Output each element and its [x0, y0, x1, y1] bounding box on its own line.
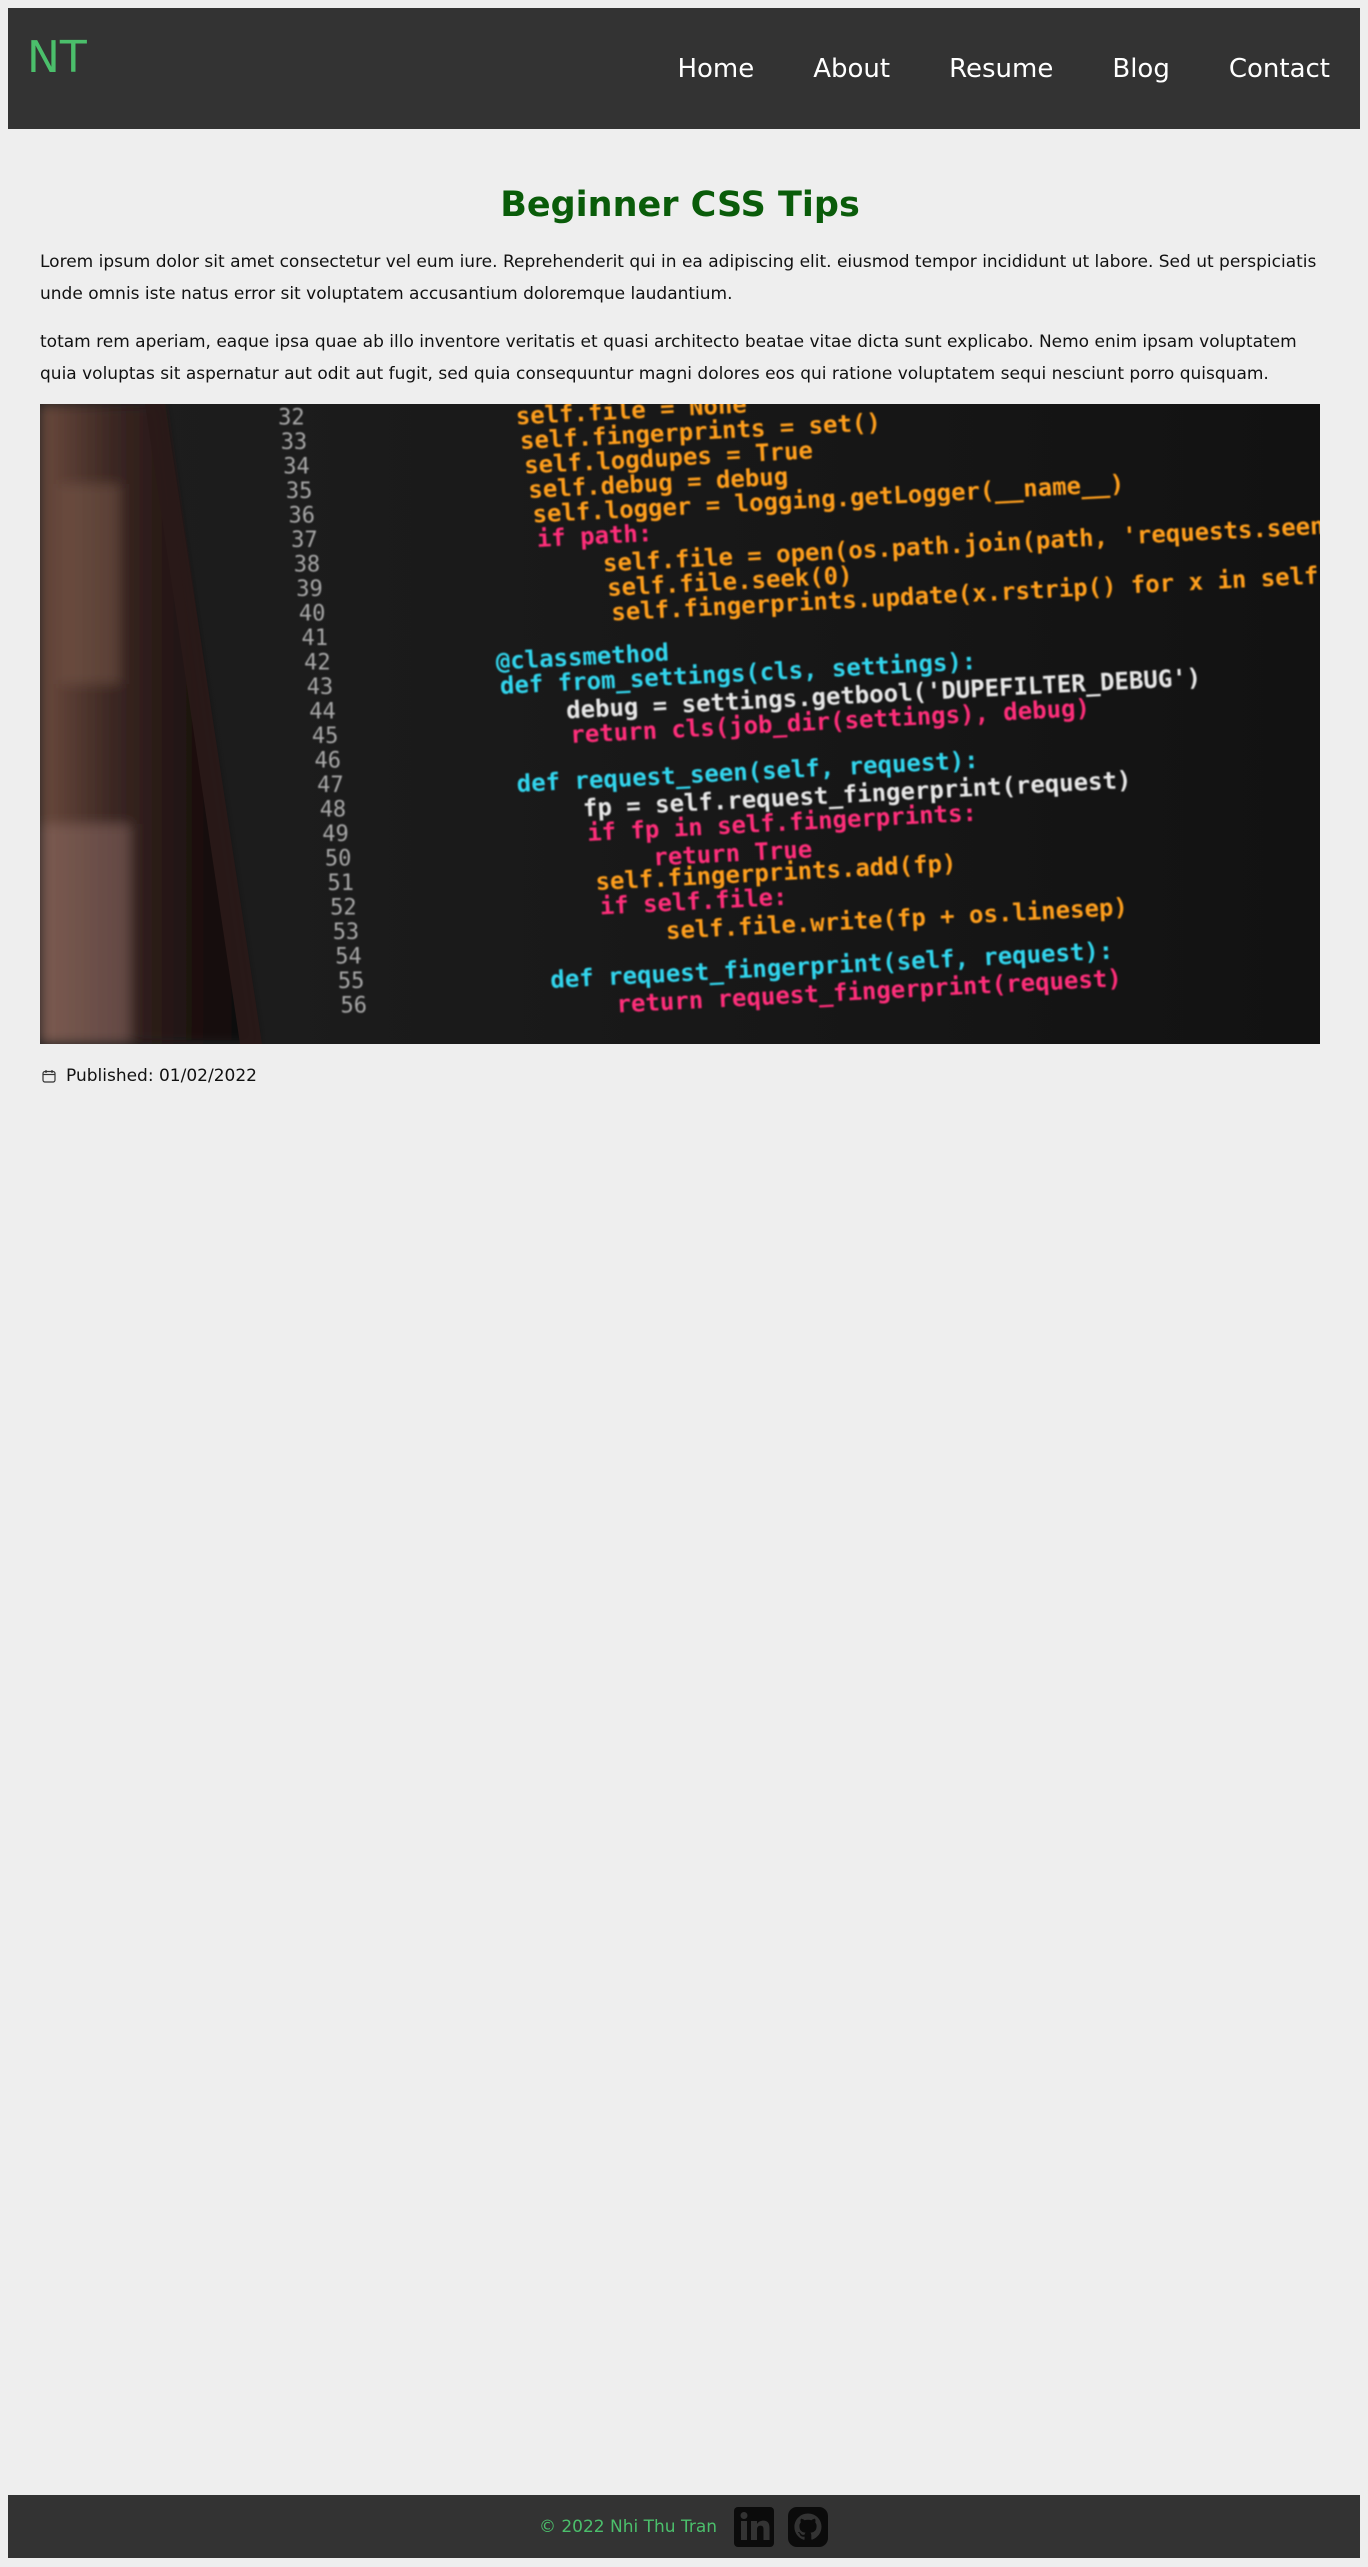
code-line-number: 46	[315, 749, 342, 774]
code-line-number: 51	[328, 871, 355, 896]
code-line-number: 42	[304, 651, 331, 676]
published-date: Published: 01/02/2022	[40, 1066, 1320, 1086]
article: Beginner CSS Tips Lorem ipsum dolor sit …	[40, 130, 1320, 1086]
social-links	[733, 2506, 829, 2548]
code-line-number: 53	[333, 920, 360, 945]
article-paragraph: totam rem aperiam, eaque ipsa quae ab il…	[40, 332, 1297, 384]
code-line-number: 44	[309, 700, 336, 725]
nav-link-about[interactable]: About	[813, 56, 890, 82]
nav-link-resume[interactable]: Resume	[949, 56, 1053, 82]
nav-link-contact[interactable]: Contact	[1229, 56, 1330, 82]
code-line-number: 40	[299, 602, 326, 627]
code-line-number: 34	[283, 455, 310, 480]
code-line-number: 47	[317, 773, 344, 798]
linkedin-link[interactable]	[733, 2506, 775, 2548]
github-icon	[788, 2506, 829, 2547]
main-nav: Home About Resume Blog Contact	[618, 56, 1330, 82]
calendar-icon	[42, 1070, 56, 1083]
article-paragraph: Lorem ipsum dolor sit amet consectetur v…	[40, 252, 1317, 304]
article-title: Beginner CSS Tips	[500, 185, 860, 225]
nav-link-blog[interactable]: Blog	[1112, 56, 1169, 82]
code-line-number: 38	[294, 553, 321, 578]
code-line-number: 48	[320, 798, 347, 823]
code-line-number: 36	[289, 504, 316, 529]
copyright-text: © 2022 Nhi Thu Tran	[538, 2516, 718, 2537]
github-link[interactable]	[787, 2506, 829, 2548]
code-line-number: 37	[291, 528, 318, 553]
code-line-number: 54	[335, 945, 362, 970]
nav-link-home[interactable]: Home	[677, 56, 754, 82]
code-line-number: 33	[281, 430, 308, 455]
code-screenshot-image: 3132333435363738394041424344454647484950…	[40, 404, 1320, 1044]
site-logo[interactable]: NT	[27, 36, 87, 80]
code-line-number: 45	[312, 724, 339, 749]
code-line-number: 49	[322, 822, 349, 847]
code-line-number: 32	[278, 406, 305, 431]
code-line-number: 52	[330, 896, 357, 921]
code-line-number: 41	[302, 626, 329, 651]
code-line-number: 56	[341, 994, 368, 1019]
code-line-number: 39	[296, 577, 323, 602]
site-footer: © 2022 Nhi Thu Tran	[8, 2495, 1360, 2558]
published-label: Published: 01/02/2022	[66, 1066, 257, 1086]
code-line-number: 55	[338, 969, 365, 994]
linkedin-icon	[734, 2506, 775, 2547]
article-hero-image: 3132333435363738394041424344454647484950…	[40, 404, 1320, 1044]
code-line-number: 50	[325, 847, 352, 872]
site-header: NT Home About Resume Blog Contact	[8, 8, 1360, 129]
code-line-number: 43	[307, 675, 334, 700]
code-line-number: 35	[286, 479, 313, 504]
